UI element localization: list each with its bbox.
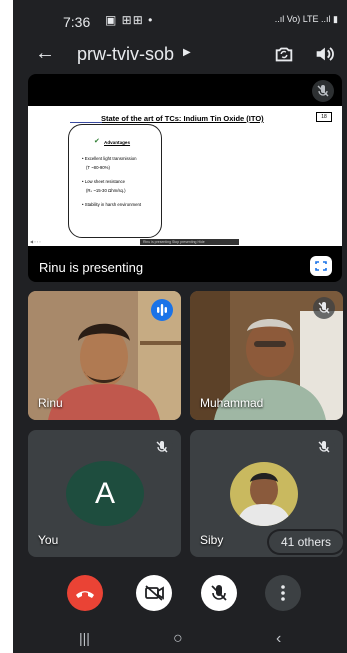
avatar: A xyxy=(66,461,144,526)
slide-title: State of the art of TCs: Indium Tin Oxid… xyxy=(101,114,264,123)
participant-name: Muhammad xyxy=(200,396,264,410)
end-call-button[interactable] xyxy=(67,575,103,611)
mic-off-icon xyxy=(313,436,335,458)
checkmark-icon: ✔ xyxy=(94,138,100,145)
switch-camera-icon[interactable] xyxy=(273,43,295,65)
mic-off-icon xyxy=(312,80,334,102)
shared-slide: State of the art of TCs: Indium Tin Oxid… xyxy=(28,106,342,246)
title-rule xyxy=(70,122,102,123)
back-icon[interactable]: ‹ xyxy=(276,630,281,648)
meeting-code[interactable]: prw-tviv-sob xyxy=(77,44,174,65)
camera-off-button[interactable] xyxy=(136,575,172,611)
slide-number: 18 xyxy=(316,112,332,122)
mic-off-icon xyxy=(313,297,335,319)
home-icon[interactable]: ○ xyxy=(173,630,183,648)
speaker-icon[interactable] xyxy=(313,43,335,65)
avatar-initial: A xyxy=(94,477,115,510)
presenting-label: Rinu is presenting xyxy=(39,260,144,275)
signal-battery-icons: ..ıl Vo) LTE ..ıl ▮ xyxy=(274,14,338,24)
slide-bullet: (T ~80-90%) xyxy=(86,165,110,170)
call-controls xyxy=(13,572,347,620)
slide-bullet: (Rₛ ~15-30 Ωhm/sq.) xyxy=(86,188,126,193)
speaking-indicator-icon xyxy=(151,299,173,321)
slide-bullet: • Excellent light transmission xyxy=(82,156,137,161)
slide-bullet: • Stability in harsh environment xyxy=(82,202,142,207)
participant-tile-you[interactable]: A You xyxy=(28,430,181,557)
system-nav-bar: ||| ○ ‹ xyxy=(13,624,347,653)
avatar xyxy=(230,462,298,526)
meeting-details-caret-icon[interactable]: ▶ xyxy=(183,47,191,58)
participant-name: Rinu xyxy=(38,396,63,410)
participant-tile-muhammad[interactable]: Muhammad xyxy=(190,291,343,420)
status-time: 7:36 xyxy=(63,14,91,30)
mic-off-button[interactable] xyxy=(201,575,237,611)
slide-bullet: • Low sheet resistance xyxy=(82,179,126,184)
advantages-heading: Advantages xyxy=(104,140,131,145)
notification-icons: ▣ ⊞⊞ • xyxy=(105,13,154,27)
meet-app: 7:36 ▣ ⊞⊞ • ..ıl Vo) LTE ..ıl ▮ ← prw-tv… xyxy=(13,0,347,653)
back-arrow-icon[interactable]: ← xyxy=(35,42,55,65)
recents-icon[interactable]: ||| xyxy=(79,630,90,646)
more-options-icon[interactable] xyxy=(265,575,301,611)
participant-name: You xyxy=(38,533,59,547)
presentation-tile[interactable]: State of the art of TCs: Indium Tin Oxid… xyxy=(28,74,342,282)
mic-off-icon xyxy=(151,436,173,458)
status-bar: 7:36 ▣ ⊞⊞ • ..ıl Vo) LTE ..ıl ▮ xyxy=(13,0,347,40)
others-count: 41 others xyxy=(280,535,332,549)
presenting-bar: Rinu is presenting Stop presenting Hide xyxy=(140,239,239,245)
participant-tile-rinu[interactable]: Rinu xyxy=(28,291,181,420)
fullscreen-icon[interactable] xyxy=(310,256,332,276)
meeting-header: ← prw-tviv-sob ▶ xyxy=(13,38,347,72)
slide-controls-icon: ◀ ▫ ▫ ▫ xyxy=(30,239,41,244)
participant-name: Siby xyxy=(200,533,224,547)
others-badge[interactable]: 41 others xyxy=(269,531,343,553)
participant-tile-siby[interactable]: Siby 41 others xyxy=(190,430,343,557)
